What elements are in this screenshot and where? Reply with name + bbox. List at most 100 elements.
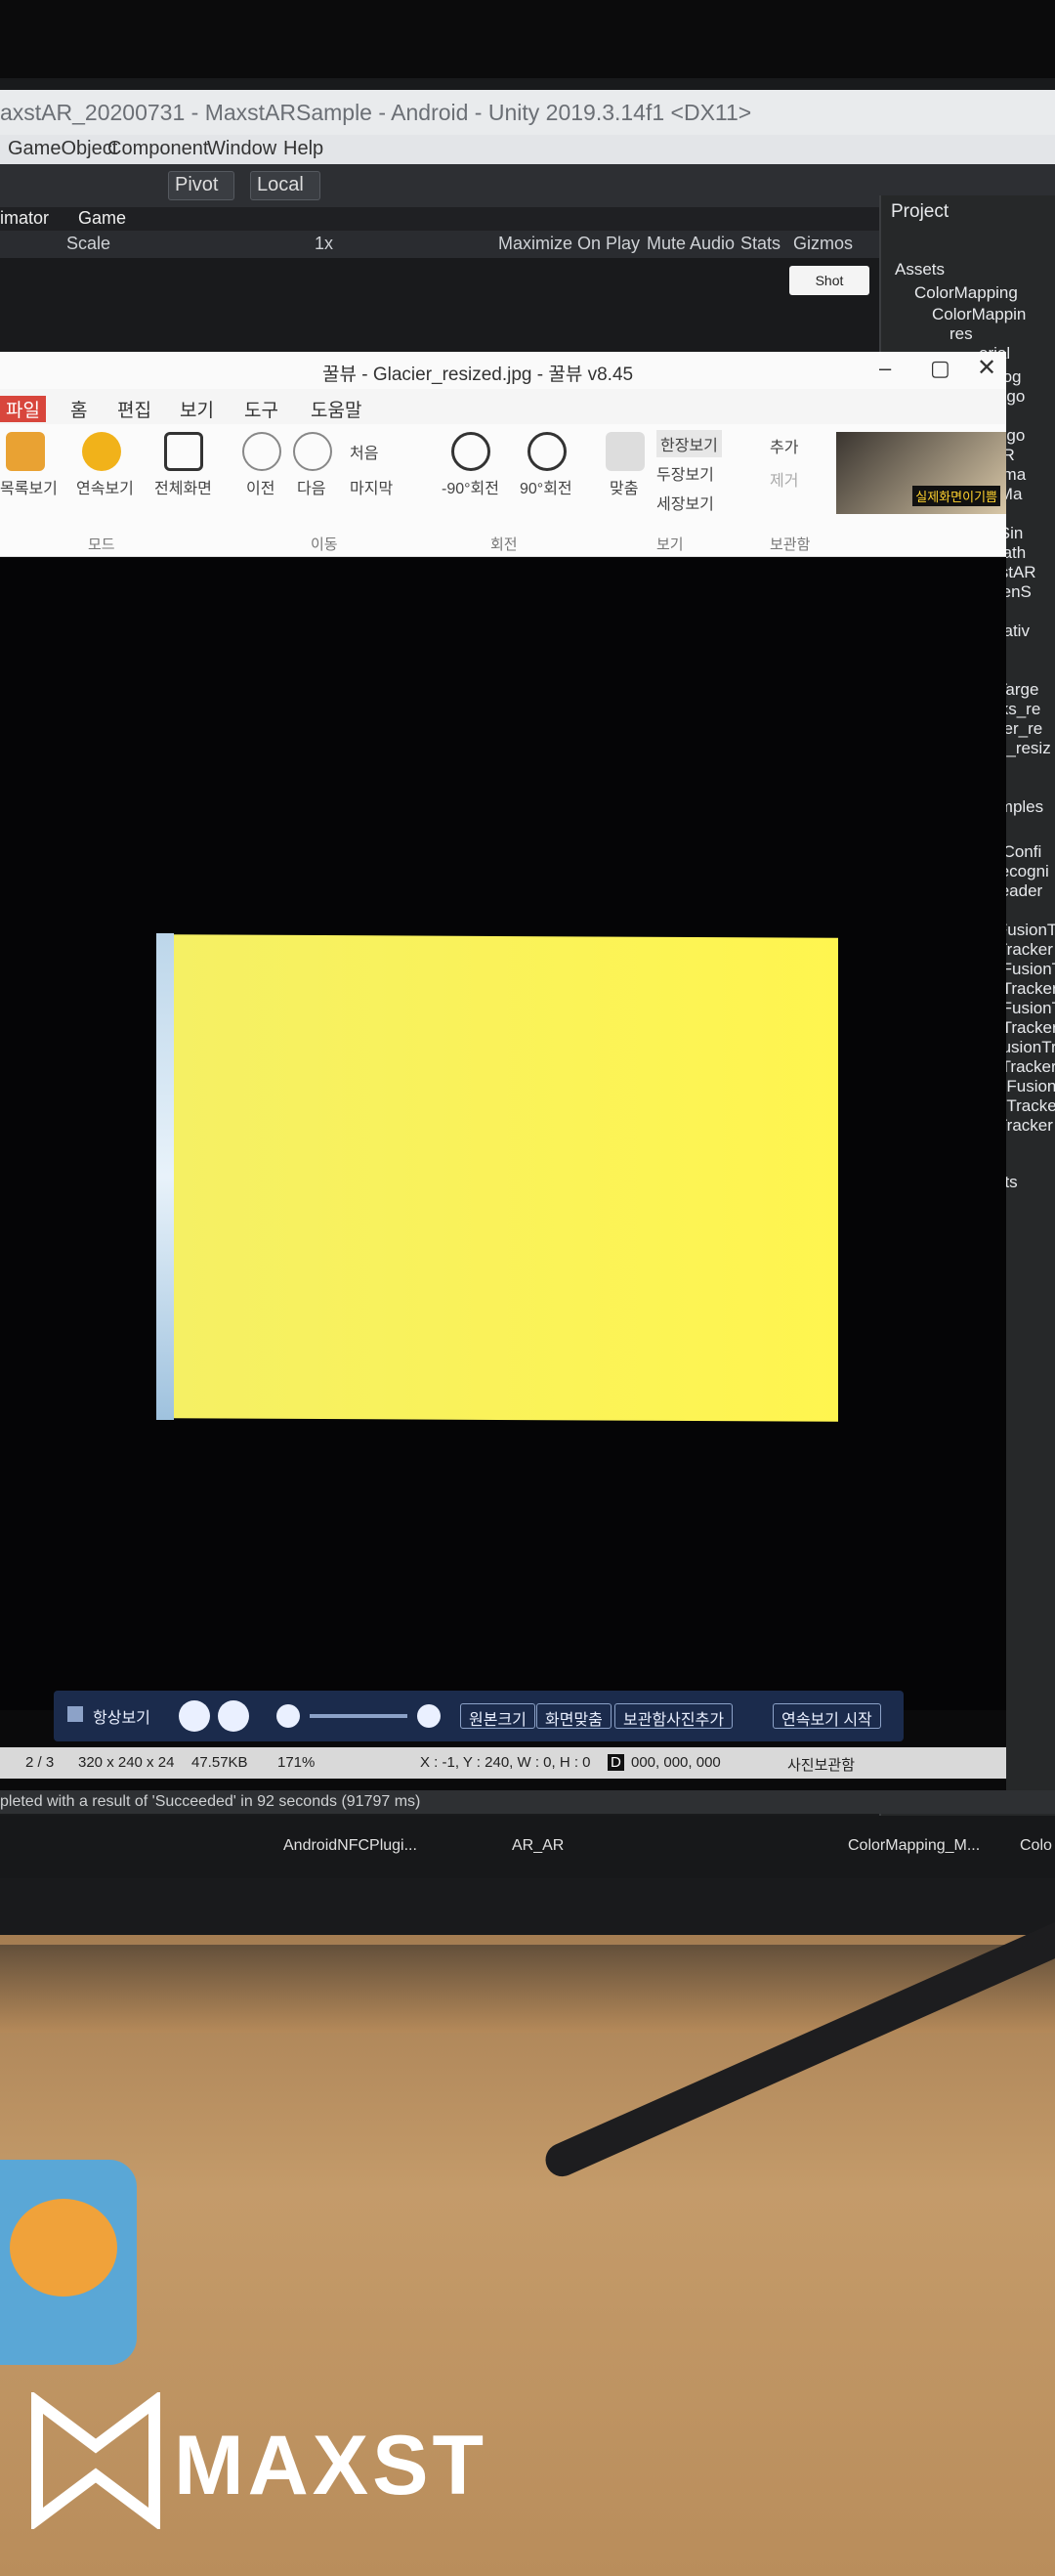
- btn-remove[interactable]: 제거: [770, 467, 798, 491]
- original-size-button[interactable]: 원본크기: [460, 1703, 535, 1729]
- status-album[interactable]: 사진보관함: [787, 1754, 855, 1775]
- hv-ribbon: 목록보기 연속보기 전체화면 이전 다음 처음 마지막 -90°회전 90°회전…: [0, 424, 1006, 557]
- status-tag: D: [608, 1754, 624, 1771]
- menu-gameobject[interactable]: GameObject: [8, 138, 117, 160]
- ad-banner[interactable]: 실제화면이기쁨: [836, 432, 1006, 514]
- maximize-icon[interactable]: ▢: [930, 356, 950, 381]
- shot-button[interactable]: Shot: [789, 266, 869, 295]
- status-size: 47.57KB: [191, 1754, 248, 1771]
- menu-window[interactable]: Window: [207, 138, 276, 160]
- menu-component[interactable]: Component: [107, 138, 208, 160]
- stats-toggle[interactable]: Stats: [740, 234, 781, 254]
- menu-help-ko[interactable]: 도움말: [311, 396, 361, 422]
- maxst-logo-icon: [31, 2392, 160, 2529]
- next-icon[interactable]: [293, 432, 332, 471]
- btn-fit[interactable]: 맞춤: [610, 475, 638, 498]
- status-color: 000, 000, 000: [631, 1754, 721, 1771]
- prev-circle-icon[interactable]: [179, 1700, 210, 1732]
- status-index: 2 / 3: [25, 1754, 55, 1771]
- taskbar-item-colormapping[interactable]: ColorMapping_M...: [848, 1837, 980, 1855]
- status-dims: 320 x 240 x 24: [78, 1754, 175, 1771]
- maximize-on-play-toggle[interactable]: Maximize On Play: [498, 234, 640, 254]
- local-button[interactable]: Local: [250, 171, 320, 200]
- checkbox-icon[interactable]: [67, 1706, 83, 1722]
- maxst-watermark: MAXST: [27, 2392, 516, 2529]
- menu-help[interactable]: Help: [283, 138, 323, 160]
- status-coords: X : -1, Y : 240, W : 0, H : 0: [420, 1754, 591, 1771]
- btn-add[interactable]: 추가: [770, 434, 798, 457]
- hv-title-bar: 꿀뷰 - Glacier_resized.jpg - 꿀뷰 v8.45 – ▢ …: [0, 352, 1006, 389]
- group-move: 이동: [311, 537, 338, 553]
- glacier-image-edge: [156, 933, 174, 1420]
- mute-audio-toggle[interactable]: Mute Audio: [647, 234, 735, 254]
- btn-three-page[interactable]: 세장보기: [656, 491, 714, 514]
- unity-window-title: axstAR_20200731 - MaxstARSample - Androi…: [0, 90, 1055, 135]
- project-item[interactable]: ColorMapping: [914, 283, 1018, 303]
- always-on-top-label[interactable]: 항상보기: [93, 1704, 150, 1728]
- project-item[interactable]: Assets: [895, 260, 945, 279]
- tab-game[interactable]: Game: [78, 208, 126, 229]
- btn-prev[interactable]: 이전: [246, 475, 274, 498]
- tab-animator[interactable]: imator: [0, 208, 49, 229]
- project-tab[interactable]: Project: [891, 201, 949, 223]
- btn-last[interactable]: 마지막: [350, 475, 393, 498]
- hv-bottom-toolbar: 항상보기 원본크기 화면맞춤 보관함사진추가 연속보기 시작: [54, 1691, 904, 1741]
- taskbar-item-ar-folder[interactable]: AR_AR: [512, 1837, 564, 1855]
- honeyview-window: 꿀뷰 - Glacier_resized.jpg - 꿀뷰 v8.45 – ▢ …: [0, 352, 1006, 1808]
- photo-scene: axstAR_20200731 - MaxstARSample - Androi…: [0, 0, 1055, 2576]
- taskbar-item-colo[interactable]: Colo: [1020, 1837, 1052, 1855]
- hv-menu-bar: 파일 홈 편집 보기 도구 도움말: [0, 389, 1006, 424]
- btn-fullscreen[interactable]: 전체화면: [154, 475, 212, 498]
- zoom-slider[interactable]: [310, 1714, 407, 1718]
- menu-view[interactable]: 보기: [180, 396, 214, 422]
- btn-rotate-right[interactable]: 90°회전: [520, 475, 572, 498]
- augmented-yellow-overlay: [174, 934, 838, 1422]
- group-view: 보기: [656, 537, 684, 553]
- zoom-out-icon[interactable]: [276, 1704, 300, 1728]
- hv-status-bar: 2 / 3 320 x 240 x 24 47.57KB 171% X : -1…: [0, 1747, 1006, 1779]
- project-item[interactable]: res: [950, 324, 973, 344]
- project-item[interactable]: ColorMappin: [932, 305, 1026, 324]
- pivot-button[interactable]: Pivot: [168, 171, 234, 200]
- menu-home[interactable]: 홈: [70, 396, 87, 422]
- status-zoom: 171%: [277, 1754, 316, 1771]
- start-slideshow-button[interactable]: 연속보기 시작: [773, 1703, 881, 1729]
- btn-next[interactable]: 다음: [297, 475, 325, 498]
- btn-two-page[interactable]: 두장보기: [656, 461, 714, 485]
- hv-window-title: 꿀뷰 - Glacier_resized.jpg - 꿀뷰 v8.45: [322, 365, 634, 385]
- list-view-icon[interactable]: [6, 432, 45, 471]
- game-view-toolbar: Scale 1x Maximize On Play Mute Audio Sta…: [0, 231, 879, 258]
- rotate-left-icon[interactable]: [451, 432, 490, 471]
- slideshow-icon[interactable]: [82, 432, 121, 471]
- btn-first[interactable]: 처음: [350, 440, 378, 463]
- group-mode: 모드: [88, 537, 115, 553]
- group-album: 보관함: [770, 537, 811, 553]
- gizmos-dropdown[interactable]: Gizmos: [793, 234, 853, 254]
- maxst-brand-text: MAXST: [174, 2419, 487, 2512]
- zoom-in-icon[interactable]: [417, 1704, 441, 1728]
- btn-list-view[interactable]: 목록보기: [0, 475, 58, 498]
- scale-value: 1x: [315, 234, 334, 253]
- minimize-icon[interactable]: –: [879, 356, 891, 381]
- add-to-album-button[interactable]: 보관함사진추가: [614, 1703, 734, 1729]
- menu-file[interactable]: 파일: [0, 396, 46, 422]
- next-circle-icon[interactable]: [218, 1700, 249, 1732]
- btn-slideshow[interactable]: 연속보기: [76, 475, 134, 498]
- btn-single-page[interactable]: 한장보기: [656, 430, 722, 457]
- menu-tools[interactable]: 도구: [244, 396, 278, 422]
- fullscreen-icon[interactable]: [164, 432, 203, 471]
- rotate-right-icon[interactable]: [528, 432, 567, 471]
- unity-console-line: pleted with a result of 'Succeeded' in 9…: [0, 1790, 1055, 1814]
- group-rotate: 회전: [490, 537, 518, 553]
- prev-icon[interactable]: [242, 432, 281, 471]
- ad-banner-text: 실제화면이기쁨: [912, 486, 1000, 506]
- menu-edit[interactable]: 편집: [117, 396, 151, 422]
- unity-menu-bar: GameObject Component Window Help: [0, 135, 1055, 164]
- scale-label: Scale: [66, 234, 111, 253]
- fit-icon[interactable]: [606, 432, 645, 471]
- btn-rotate-left[interactable]: -90°회전: [442, 475, 499, 498]
- unity-tabs: imator Game: [0, 207, 879, 231]
- fit-screen-button[interactable]: 화면맞춤: [536, 1703, 612, 1729]
- close-icon[interactable]: ✕: [977, 354, 996, 382]
- taskbar-item-android-nfc[interactable]: AndroidNFCPlugi...: [283, 1837, 417, 1855]
